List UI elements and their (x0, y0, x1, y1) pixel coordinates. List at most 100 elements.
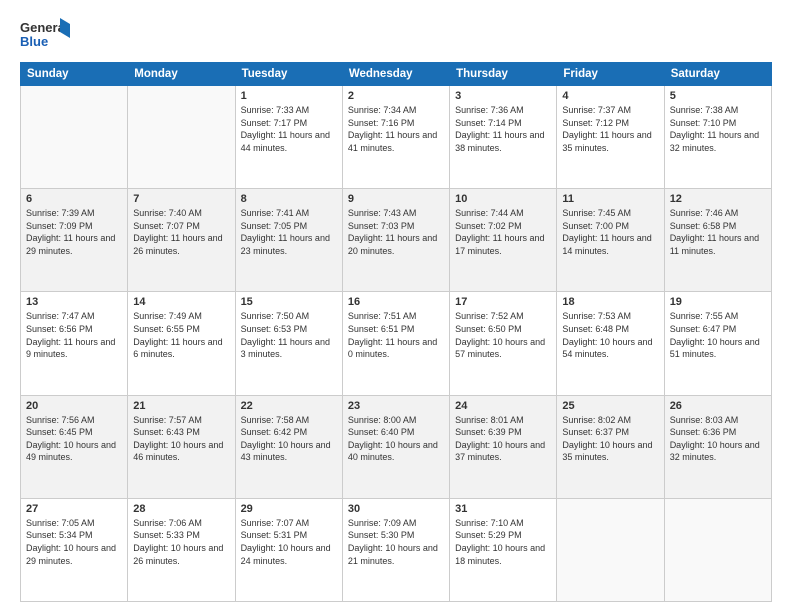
day-cell-15: 15Sunrise: 7:50 AM Sunset: 6:53 PM Dayli… (235, 292, 342, 395)
day-number: 9 (348, 193, 444, 205)
day-info: Sunrise: 7:06 AM Sunset: 5:33 PM Dayligh… (133, 517, 229, 567)
week-row-4: 20 Sunrise: 7:56 AM Sunset: 6:45 PM Dayli… (21, 395, 772, 498)
weekday-header-friday: Friday (557, 63, 664, 86)
day-number: 3 (455, 90, 551, 102)
weekday-header-monday: Monday (128, 63, 235, 86)
day-number: 6 (26, 193, 122, 205)
day-info: Sunrise: 7:10 AM Sunset: 5:29 PM Dayligh… (455, 517, 551, 567)
day-cell-2: 2 Sunrise: 7:34 AM Sunset: 7:16 PM Daylig… (342, 86, 449, 189)
weekday-header-row: SundayMondayTuesdayWednesdayThursdayFrid… (21, 63, 772, 86)
day-number: 8 (241, 193, 337, 205)
week-row-1: 1 Sunrise: 7:33 AM Sunset: 7:17 PM Daylig… (21, 86, 772, 189)
day-info: Sunrise: 7:40 AM Sunset: 7:07 PM Dayligh… (133, 207, 229, 257)
day-cell-25: 25 Sunrise: 8:02 AM Sunset: 6:37 PM Dayli… (557, 395, 664, 498)
header: GeneralBlue (20, 16, 772, 52)
day-cell-20: 20 Sunrise: 7:56 AM Sunset: 6:45 PM Dayli… (21, 395, 128, 498)
day-info: Sunrise: 7:45 AM Sunset: 7:00 PM Dayligh… (562, 207, 658, 257)
day-info: Sunrise: 7:50 AM Sunset: 6:53 PM Dayligh… (241, 310, 337, 360)
weekday-header-saturday: Saturday (664, 63, 771, 86)
day-info: Sunrise: 7:38 AM Sunset: 7:10 PM Dayligh… (670, 104, 766, 154)
page: GeneralBlue SundayMondayTuesdayWednesday… (0, 0, 792, 612)
day-cell-empty-4-6 (664, 498, 771, 601)
day-info: Sunrise: 7:39 AM Sunset: 7:09 PM Dayligh… (26, 207, 122, 257)
day-cell-9: 9 Sunrise: 7:43 AM Sunset: 7:03 PM Daylig… (342, 189, 449, 292)
day-cell-8: 8Sunrise: 7:41 AM Sunset: 7:05 PM Daylig… (235, 189, 342, 292)
day-number: 13 (26, 296, 122, 308)
day-cell-19: 19 Sunrise: 7:55 AM Sunset: 6:47 PM Dayli… (664, 292, 771, 395)
day-info: Sunrise: 7:51 AM Sunset: 6:51 PM Dayligh… (348, 310, 444, 360)
day-info: Sunrise: 7:05 AM Sunset: 5:34 PM Dayligh… (26, 517, 122, 567)
day-number: 20 (26, 400, 122, 412)
day-number: 24 (455, 400, 551, 412)
week-row-3: 13Sunrise: 7:47 AM Sunset: 6:56 PM Dayli… (21, 292, 772, 395)
day-number: 27 (26, 503, 122, 515)
day-cell-23: 23 Sunrise: 8:00 AM Sunset: 6:40 PM Dayli… (342, 395, 449, 498)
day-number: 12 (670, 193, 766, 205)
day-cell-28: 28 Sunrise: 7:06 AM Sunset: 5:33 PM Dayli… (128, 498, 235, 601)
day-info: Sunrise: 7:52 AM Sunset: 6:50 PM Dayligh… (455, 310, 551, 360)
day-number: 23 (348, 400, 444, 412)
day-cell-6: 6 Sunrise: 7:39 AM Sunset: 7:09 PM Daylig… (21, 189, 128, 292)
day-number: 25 (562, 400, 658, 412)
day-number: 31 (455, 503, 551, 515)
day-cell-empty-0-0 (21, 86, 128, 189)
day-number: 10 (455, 193, 551, 205)
day-cell-24: 24 Sunrise: 8:01 AM Sunset: 6:39 PM Dayli… (450, 395, 557, 498)
day-number: 2 (348, 90, 444, 102)
day-number: 17 (455, 296, 551, 308)
weekday-header-wednesday: Wednesday (342, 63, 449, 86)
day-number: 22 (241, 400, 337, 412)
day-cell-14: 14 Sunrise: 7:49 AM Sunset: 6:55 PM Dayli… (128, 292, 235, 395)
week-row-5: 27 Sunrise: 7:05 AM Sunset: 5:34 PM Dayli… (21, 498, 772, 601)
day-cell-empty-4-5 (557, 498, 664, 601)
day-info: Sunrise: 7:55 AM Sunset: 6:47 PM Dayligh… (670, 310, 766, 360)
day-info: Sunrise: 7:46 AM Sunset: 6:58 PM Dayligh… (670, 207, 766, 257)
day-number: 28 (133, 503, 229, 515)
day-info: Sunrise: 8:00 AM Sunset: 6:40 PM Dayligh… (348, 414, 444, 464)
day-cell-29: 29 Sunrise: 7:07 AM Sunset: 5:31 PM Dayli… (235, 498, 342, 601)
day-info: Sunrise: 7:37 AM Sunset: 7:12 PM Dayligh… (562, 104, 658, 154)
day-number: 21 (133, 400, 229, 412)
day-info: Sunrise: 7:57 AM Sunset: 6:43 PM Dayligh… (133, 414, 229, 464)
day-number: 16 (348, 296, 444, 308)
day-info: Sunrise: 7:43 AM Sunset: 7:03 PM Dayligh… (348, 207, 444, 257)
day-number: 19 (670, 296, 766, 308)
logo: GeneralBlue (20, 16, 70, 52)
day-info: Sunrise: 7:33 AM Sunset: 7:17 PM Dayligh… (241, 104, 337, 154)
day-cell-16: 16 Sunrise: 7:51 AM Sunset: 6:51 PM Dayli… (342, 292, 449, 395)
day-cell-11: 11Sunrise: 7:45 AM Sunset: 7:00 PM Dayli… (557, 189, 664, 292)
day-info: Sunrise: 7:09 AM Sunset: 5:30 PM Dayligh… (348, 517, 444, 567)
day-info: Sunrise: 8:01 AM Sunset: 6:39 PM Dayligh… (455, 414, 551, 464)
day-info: Sunrise: 7:53 AM Sunset: 6:48 PM Dayligh… (562, 310, 658, 360)
day-number: 5 (670, 90, 766, 102)
day-number: 1 (241, 90, 337, 102)
calendar-table: SundayMondayTuesdayWednesdayThursdayFrid… (20, 62, 772, 602)
day-cell-26: 26Sunrise: 8:03 AM Sunset: 6:36 PM Dayli… (664, 395, 771, 498)
day-cell-7: 7 Sunrise: 7:40 AM Sunset: 7:07 PM Daylig… (128, 189, 235, 292)
day-info: Sunrise: 7:58 AM Sunset: 6:42 PM Dayligh… (241, 414, 337, 464)
day-number: 29 (241, 503, 337, 515)
day-cell-22: 22 Sunrise: 7:58 AM Sunset: 6:42 PM Dayli… (235, 395, 342, 498)
weekday-header-tuesday: Tuesday (235, 63, 342, 86)
day-number: 30 (348, 503, 444, 515)
day-cell-18: 18Sunrise: 7:53 AM Sunset: 6:48 PM Dayli… (557, 292, 664, 395)
day-cell-31: 31 Sunrise: 7:10 AM Sunset: 5:29 PM Dayli… (450, 498, 557, 601)
day-cell-12: 12 Sunrise: 7:46 AM Sunset: 6:58 PM Dayli… (664, 189, 771, 292)
day-info: Sunrise: 7:44 AM Sunset: 7:02 PM Dayligh… (455, 207, 551, 257)
day-info: Sunrise: 8:03 AM Sunset: 6:36 PM Dayligh… (670, 414, 766, 464)
week-row-2: 6 Sunrise: 7:39 AM Sunset: 7:09 PM Daylig… (21, 189, 772, 292)
day-info: Sunrise: 7:07 AM Sunset: 5:31 PM Dayligh… (241, 517, 337, 567)
svg-text:Blue: Blue (20, 34, 48, 49)
day-info: Sunrise: 7:56 AM Sunset: 6:45 PM Dayligh… (26, 414, 122, 464)
logo-svg: GeneralBlue (20, 16, 70, 52)
day-number: 14 (133, 296, 229, 308)
weekday-header-sunday: Sunday (21, 63, 128, 86)
day-info: Sunrise: 7:34 AM Sunset: 7:16 PM Dayligh… (348, 104, 444, 154)
day-info: Sunrise: 8:02 AM Sunset: 6:37 PM Dayligh… (562, 414, 658, 464)
day-cell-27: 27 Sunrise: 7:05 AM Sunset: 5:34 PM Dayli… (21, 498, 128, 601)
day-info: Sunrise: 7:49 AM Sunset: 6:55 PM Dayligh… (133, 310, 229, 360)
day-number: 7 (133, 193, 229, 205)
day-cell-13: 13Sunrise: 7:47 AM Sunset: 6:56 PM Dayli… (21, 292, 128, 395)
day-cell-1: 1 Sunrise: 7:33 AM Sunset: 7:17 PM Daylig… (235, 86, 342, 189)
day-cell-10: 10 Sunrise: 7:44 AM Sunset: 7:02 PM Dayli… (450, 189, 557, 292)
